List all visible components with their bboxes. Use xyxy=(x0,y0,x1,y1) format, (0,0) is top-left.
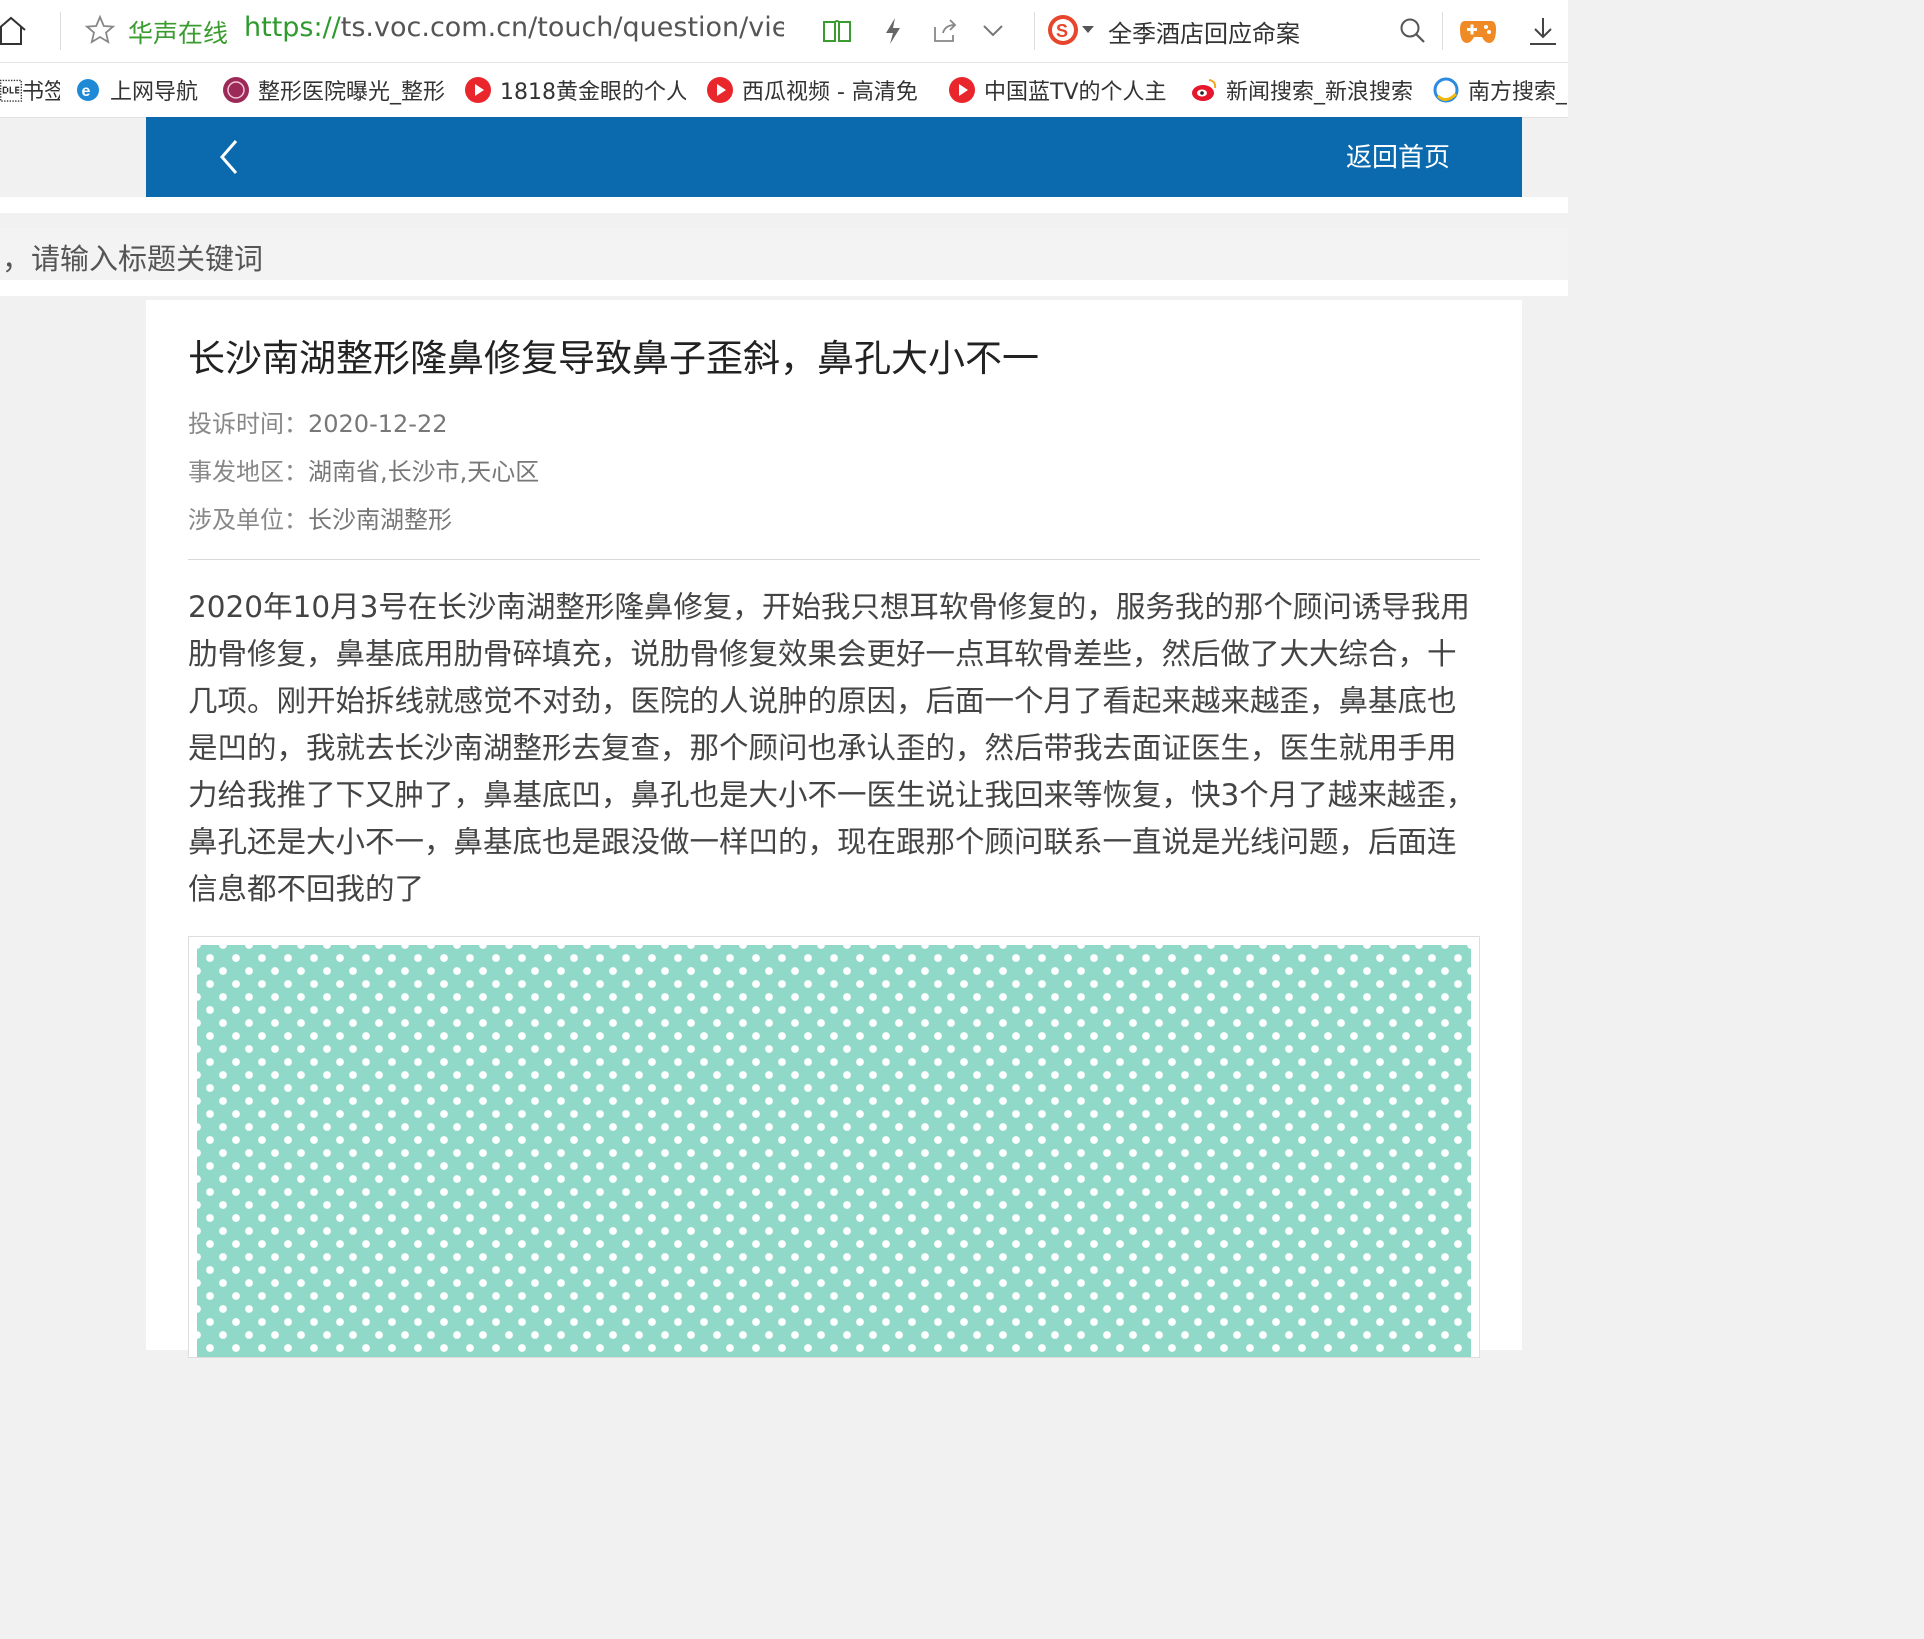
complaint-time: 投诉时间：2020-12-22 xyxy=(188,404,447,439)
search-box[interactable]: 全季酒店回应命案 xyxy=(1108,14,1300,49)
spacer xyxy=(0,197,1568,213)
region-label: 事发地区： xyxy=(188,458,308,486)
toolbar-divider xyxy=(60,12,61,50)
hospital-logo-icon xyxy=(222,76,250,104)
bookmark-label: 书签 xyxy=(0,80,60,105)
toolbar-divider xyxy=(1442,12,1443,50)
unit-value: 长沙南湖整形 xyxy=(308,506,452,534)
spacer xyxy=(0,280,1568,296)
bookmark-label: 新闻搜索_新浪搜索 xyxy=(1226,80,1412,105)
svg-text:S: S xyxy=(1056,21,1068,41)
complaint-image[interactable] xyxy=(188,936,1480,1358)
game-controller-icon[interactable] xyxy=(1458,14,1498,48)
url-path: ts.voc.com.cn/touch/question/view/2 xyxy=(340,12,784,43)
search-logo-icon xyxy=(1432,76,1460,104)
keyword-search-bar[interactable]: ，请输入标题关键词 xyxy=(0,228,1568,280)
complaint-card: 长沙南湖整形隆鼻修复导致鼻子歪斜，鼻孔大小不一 投诉时间：2020-12-22 … xyxy=(146,300,1522,1358)
bookmark-item[interactable]: 南方搜索_ xyxy=(1432,73,1568,107)
involved-unit: 涉及单位：长沙南湖整形 xyxy=(188,500,452,535)
page-title: 长沙南湖整形隆鼻修复导致鼻子歪斜，鼻孔大小不一 xyxy=(188,337,1039,380)
lightning-icon[interactable] xyxy=(876,14,910,48)
reader-mode-icon[interactable] xyxy=(820,14,854,48)
bookmark-item[interactable]: 整形医院曝光_整形 xyxy=(222,73,444,107)
bookmark-item[interactable]: 书签 xyxy=(0,73,60,107)
share-icon[interactable] xyxy=(928,14,962,48)
divider xyxy=(188,559,1480,560)
url-protocol: https:// xyxy=(244,12,341,43)
video-play-icon xyxy=(464,76,492,104)
engine-dropdown-icon[interactable] xyxy=(1080,20,1096,40)
bookmark-item[interactable]: 西瓜视频 - 高清免 xyxy=(706,73,928,107)
video-play-icon xyxy=(948,76,976,104)
polka-dot-image xyxy=(197,945,1471,1357)
time-label: 投诉时间： xyxy=(188,410,308,438)
video-play-icon xyxy=(706,76,734,104)
bookmark-label: 整形医院曝光_整形 xyxy=(258,80,444,105)
download-icon[interactable] xyxy=(1526,14,1560,48)
incident-region: 事发地区：湖南省,长沙市,天心区 xyxy=(188,452,539,487)
search-icon[interactable] xyxy=(1396,14,1430,48)
bookmark-item[interactable]: 中国蓝TV的个人主 xyxy=(948,73,1170,107)
bookmark-label: 中国蓝TV的个人主 xyxy=(984,80,1167,105)
bookmark-label: 1818黄金眼的个人 xyxy=(500,80,686,105)
bookmark-label: 西瓜视频 - 高清免 xyxy=(742,80,918,105)
bookmark-item[interactable]: e 上网导航 xyxy=(74,73,214,107)
back-arrow-icon[interactable] xyxy=(214,137,246,177)
chevron-down-icon[interactable] xyxy=(976,14,1010,48)
browser-toolbar: 华声在线 https://ts.voc.com.cn/touch/questio… xyxy=(0,0,1568,63)
svg-text:e: e xyxy=(82,83,91,100)
unit-label: 涉及单位： xyxy=(188,506,308,534)
address-bar[interactable]: https://ts.voc.com.cn/touch/question/vie… xyxy=(244,12,784,43)
toolbar-divider xyxy=(1034,12,1035,50)
bookmark-label: 上网导航 xyxy=(110,80,199,105)
site-name: 华声在线 xyxy=(128,19,229,48)
page-header: 返回首页 xyxy=(146,117,1522,197)
bookmarks-bar: 书签 e 上网导航 整形医院曝光_整形 1818黄金眼的个人 西瓜视频 - 高… xyxy=(0,63,1568,118)
complaint-body: 2020年10月3号在长沙南湖整形隆鼻修复，开始我只想耳软骨修复的，服务我的那个… xyxy=(188,590,1476,906)
bookmark-label: 南方搜索_ xyxy=(1468,80,1568,105)
ie-icon: e xyxy=(74,76,102,104)
weibo-icon xyxy=(1190,76,1218,104)
bookmark-item[interactable]: 1818黄金眼的个人 xyxy=(464,73,686,107)
bookmark-item[interactable]: 新闻搜索_新浪搜索 xyxy=(1190,73,1412,107)
sogou-search-icon[interactable]: S xyxy=(1046,12,1082,48)
star-icon[interactable] xyxy=(84,14,116,46)
region-value: 湖南省,长沙市,天心区 xyxy=(308,458,540,486)
home-link[interactable]: 返回首页 xyxy=(1346,137,1450,174)
search-placeholder: ，请输入标题关键词 xyxy=(2,242,264,276)
home-icon[interactable] xyxy=(0,14,28,48)
time-value: 2020-12-22 xyxy=(308,410,448,438)
